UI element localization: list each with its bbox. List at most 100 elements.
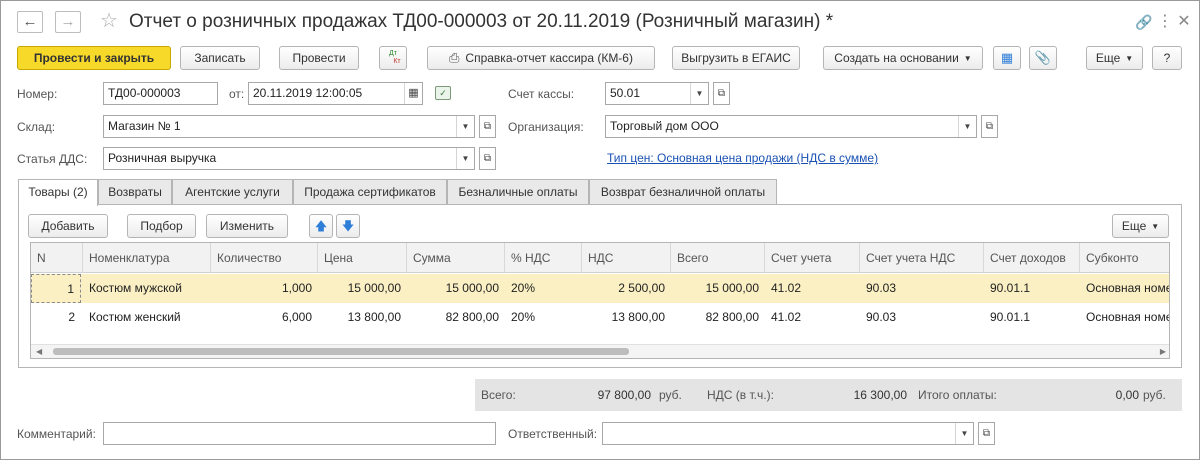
column-header-total[interactable]: Всего — [671, 243, 765, 273]
column-header-vat[interactable]: НДС — [582, 243, 671, 273]
cell-income-account: 90.01.1 — [990, 310, 1031, 324]
pick-button[interactable]: Подбор — [127, 214, 196, 238]
paperclip-icon: 📎 — [1034, 50, 1052, 65]
page-title: Отчет о розничных продажах ТД00-000003 о… — [129, 11, 834, 32]
cell-account: 41.02 — [771, 310, 802, 324]
more-button[interactable]: Еще ▼ — [1086, 46, 1143, 70]
move-down-button[interactable]: 🡇 — [336, 214, 360, 238]
comment-field[interactable] — [103, 422, 496, 445]
open-organization-button[interactable]: ⧉ — [981, 115, 998, 138]
table-row[interactable]: 1 Костюм мужской 1,000 15 000,00 15 000,… — [31, 274, 1169, 303]
column-header-price[interactable]: Цена — [318, 243, 407, 273]
cell-vat-account: 90.03 — [866, 281, 897, 295]
number-field[interactable]: ТД00-000003 — [103, 82, 218, 105]
number-label: Номер: — [17, 87, 58, 101]
cell-n: 1 — [31, 274, 81, 303]
chevron-down-icon: ▼ — [1151, 222, 1160, 231]
column-header-vat-account[interactable]: Счет учета НДС — [860, 243, 984, 273]
chevron-down-icon[interactable]: ▼ — [958, 116, 976, 137]
warehouse-label: Склад: — [17, 120, 56, 134]
responsible-field[interactable]: ▼ — [602, 422, 974, 445]
egais-export-button[interactable]: Выгрузить в ЕГАИС — [672, 46, 800, 70]
cash-account-label: Счет кассы: — [508, 87, 575, 101]
cash-account-field[interactable]: 50.01 ▼ — [605, 82, 709, 105]
close-icon[interactable]: ✕ — [1175, 13, 1193, 31]
cashier-report-button[interactable]: ⎙ Справка-отчет кассира (КМ-6) — [427, 46, 655, 70]
structure-button[interactable]: ▦ — [993, 46, 1021, 70]
open-responsible-button[interactable]: ⧉ — [978, 422, 995, 445]
tab-cashless-payments[interactable]: Безналичные оплаты — [447, 179, 589, 204]
arrow-left-icon: ← — [22, 13, 38, 30]
date-field[interactable]: 20.11.2019 12:00:05 ▦ — [248, 82, 423, 105]
organization-field[interactable]: Торговый дом ООО ▼ — [605, 115, 977, 138]
chevron-down-icon[interactable]: ▼ — [690, 83, 708, 104]
chevron-down-icon[interactable]: ▼ — [955, 423, 973, 444]
cell-item: Костюм женский — [89, 310, 181, 324]
menu-dots-icon[interactable]: ⋮ — [1156, 13, 1174, 31]
open-form-icon: ⧉ — [982, 428, 991, 439]
column-header-n[interactable]: N — [31, 243, 83, 273]
cell-n: 2 — [68, 310, 75, 324]
post-status-icon[interactable]: ✓ — [435, 86, 451, 100]
printer-icon: ⎙ — [449, 50, 460, 65]
post-button[interactable]: Провести — [279, 46, 359, 70]
comment-label: Комментарий: — [17, 427, 96, 441]
open-cash-account-button[interactable]: ⧉ — [713, 82, 730, 105]
tab-returns[interactable]: Возвраты — [98, 179, 172, 204]
chevron-down-icon[interactable]: ▼ — [456, 116, 474, 137]
chevron-down-icon[interactable]: ▼ — [456, 148, 474, 169]
horizontal-scrollbar[interactable]: ◀ ▶ — [31, 344, 1169, 358]
column-header-subconto[interactable]: Субконто — [1080, 243, 1169, 273]
column-header-income-account[interactable]: Счет доходов — [984, 243, 1080, 273]
price-type-link[interactable]: Тип цен: Основная цена продажи (НДС в су… — [607, 151, 878, 165]
vat-total-label: НДС (в т.ч.): — [707, 388, 774, 402]
move-up-button[interactable]: 🡅 — [309, 214, 333, 238]
scroll-left-icon[interactable]: ◀ — [36, 345, 42, 358]
open-warehouse-button[interactable]: ⧉ — [479, 115, 496, 138]
save-button[interactable]: Записать — [180, 46, 260, 70]
calendar-icon[interactable]: ▦ — [404, 83, 422, 104]
cell-item: Костюм мужской — [89, 281, 182, 295]
paid-total-label: Итого оплаты: — [918, 388, 997, 402]
back-button[interactable]: ← — [17, 11, 43, 33]
add-row-button[interactable]: Добавить — [28, 214, 108, 238]
tab-agent-services[interactable]: Агентские услуги — [172, 179, 293, 204]
link-icon[interactable]: 🔗 — [1135, 13, 1153, 31]
cell-total: 15 000,00 — [705, 281, 759, 295]
arrow-right-icon: → — [60, 13, 76, 30]
dt-kt-button[interactable]: Дт Кт — [379, 46, 407, 70]
cell-income-account: 90.01.1 — [990, 281, 1031, 295]
favorite-star-icon[interactable]: ☆ — [100, 10, 118, 32]
cell-total: 82 800,00 — [705, 310, 759, 324]
dds-label: Статья ДДС: — [17, 152, 88, 166]
column-header-item[interactable]: Номенклатура — [83, 243, 211, 273]
column-header-account[interactable]: Счет учета — [765, 243, 860, 273]
column-header-sum[interactable]: Сумма — [407, 243, 505, 273]
cell-vat: 2 500,00 — [618, 281, 665, 295]
column-header-qty[interactable]: Количество — [211, 243, 318, 273]
cell-vat-rate: 20% — [511, 310, 536, 324]
create-based-on-button[interactable]: Создать на основании ▼ — [823, 46, 983, 70]
vat-total-value: 16 300,00 — [853, 388, 907, 402]
change-button[interactable]: Изменить — [206, 214, 288, 238]
scrollbar-thumb[interactable] — [53, 348, 629, 355]
goods-table: N Номенклатура Количество Цена Сумма % Н… — [30, 242, 1170, 359]
open-dds-button[interactable]: ⧉ — [479, 147, 496, 170]
open-form-icon: ⧉ — [483, 153, 492, 164]
help-button[interactable]: ? — [1152, 46, 1182, 70]
tab-certificate-sales[interactable]: Продажа сертификатов — [293, 179, 447, 204]
warehouse-field[interactable]: Магазин № 1 ▼ — [103, 115, 475, 138]
dt-kt-icon: Дт Кт — [389, 50, 401, 65]
attachments-button[interactable]: 📎 — [1029, 46, 1057, 70]
table-row[interactable]: 2 Костюм женский 6,000 13 800,00 82 800,… — [31, 303, 1169, 332]
total-value: 97 800,00 — [597, 388, 651, 402]
dds-field[interactable]: Розничная выручка ▼ — [103, 147, 475, 170]
table-more-button[interactable]: Еще ▼ — [1112, 214, 1169, 238]
tab-goods[interactable]: Товары (2) — [18, 179, 98, 206]
forward-button[interactable]: → — [55, 11, 81, 33]
post-and-close-button[interactable]: Провести и закрыть — [17, 46, 171, 70]
column-header-vat-rate[interactable]: % НДС — [505, 243, 582, 273]
scroll-right-icon[interactable]: ▶ — [1160, 345, 1166, 358]
tab-cashless-returns[interactable]: Возврат безналичной оплаты — [589, 179, 777, 204]
open-form-icon: ⧉ — [717, 88, 726, 99]
